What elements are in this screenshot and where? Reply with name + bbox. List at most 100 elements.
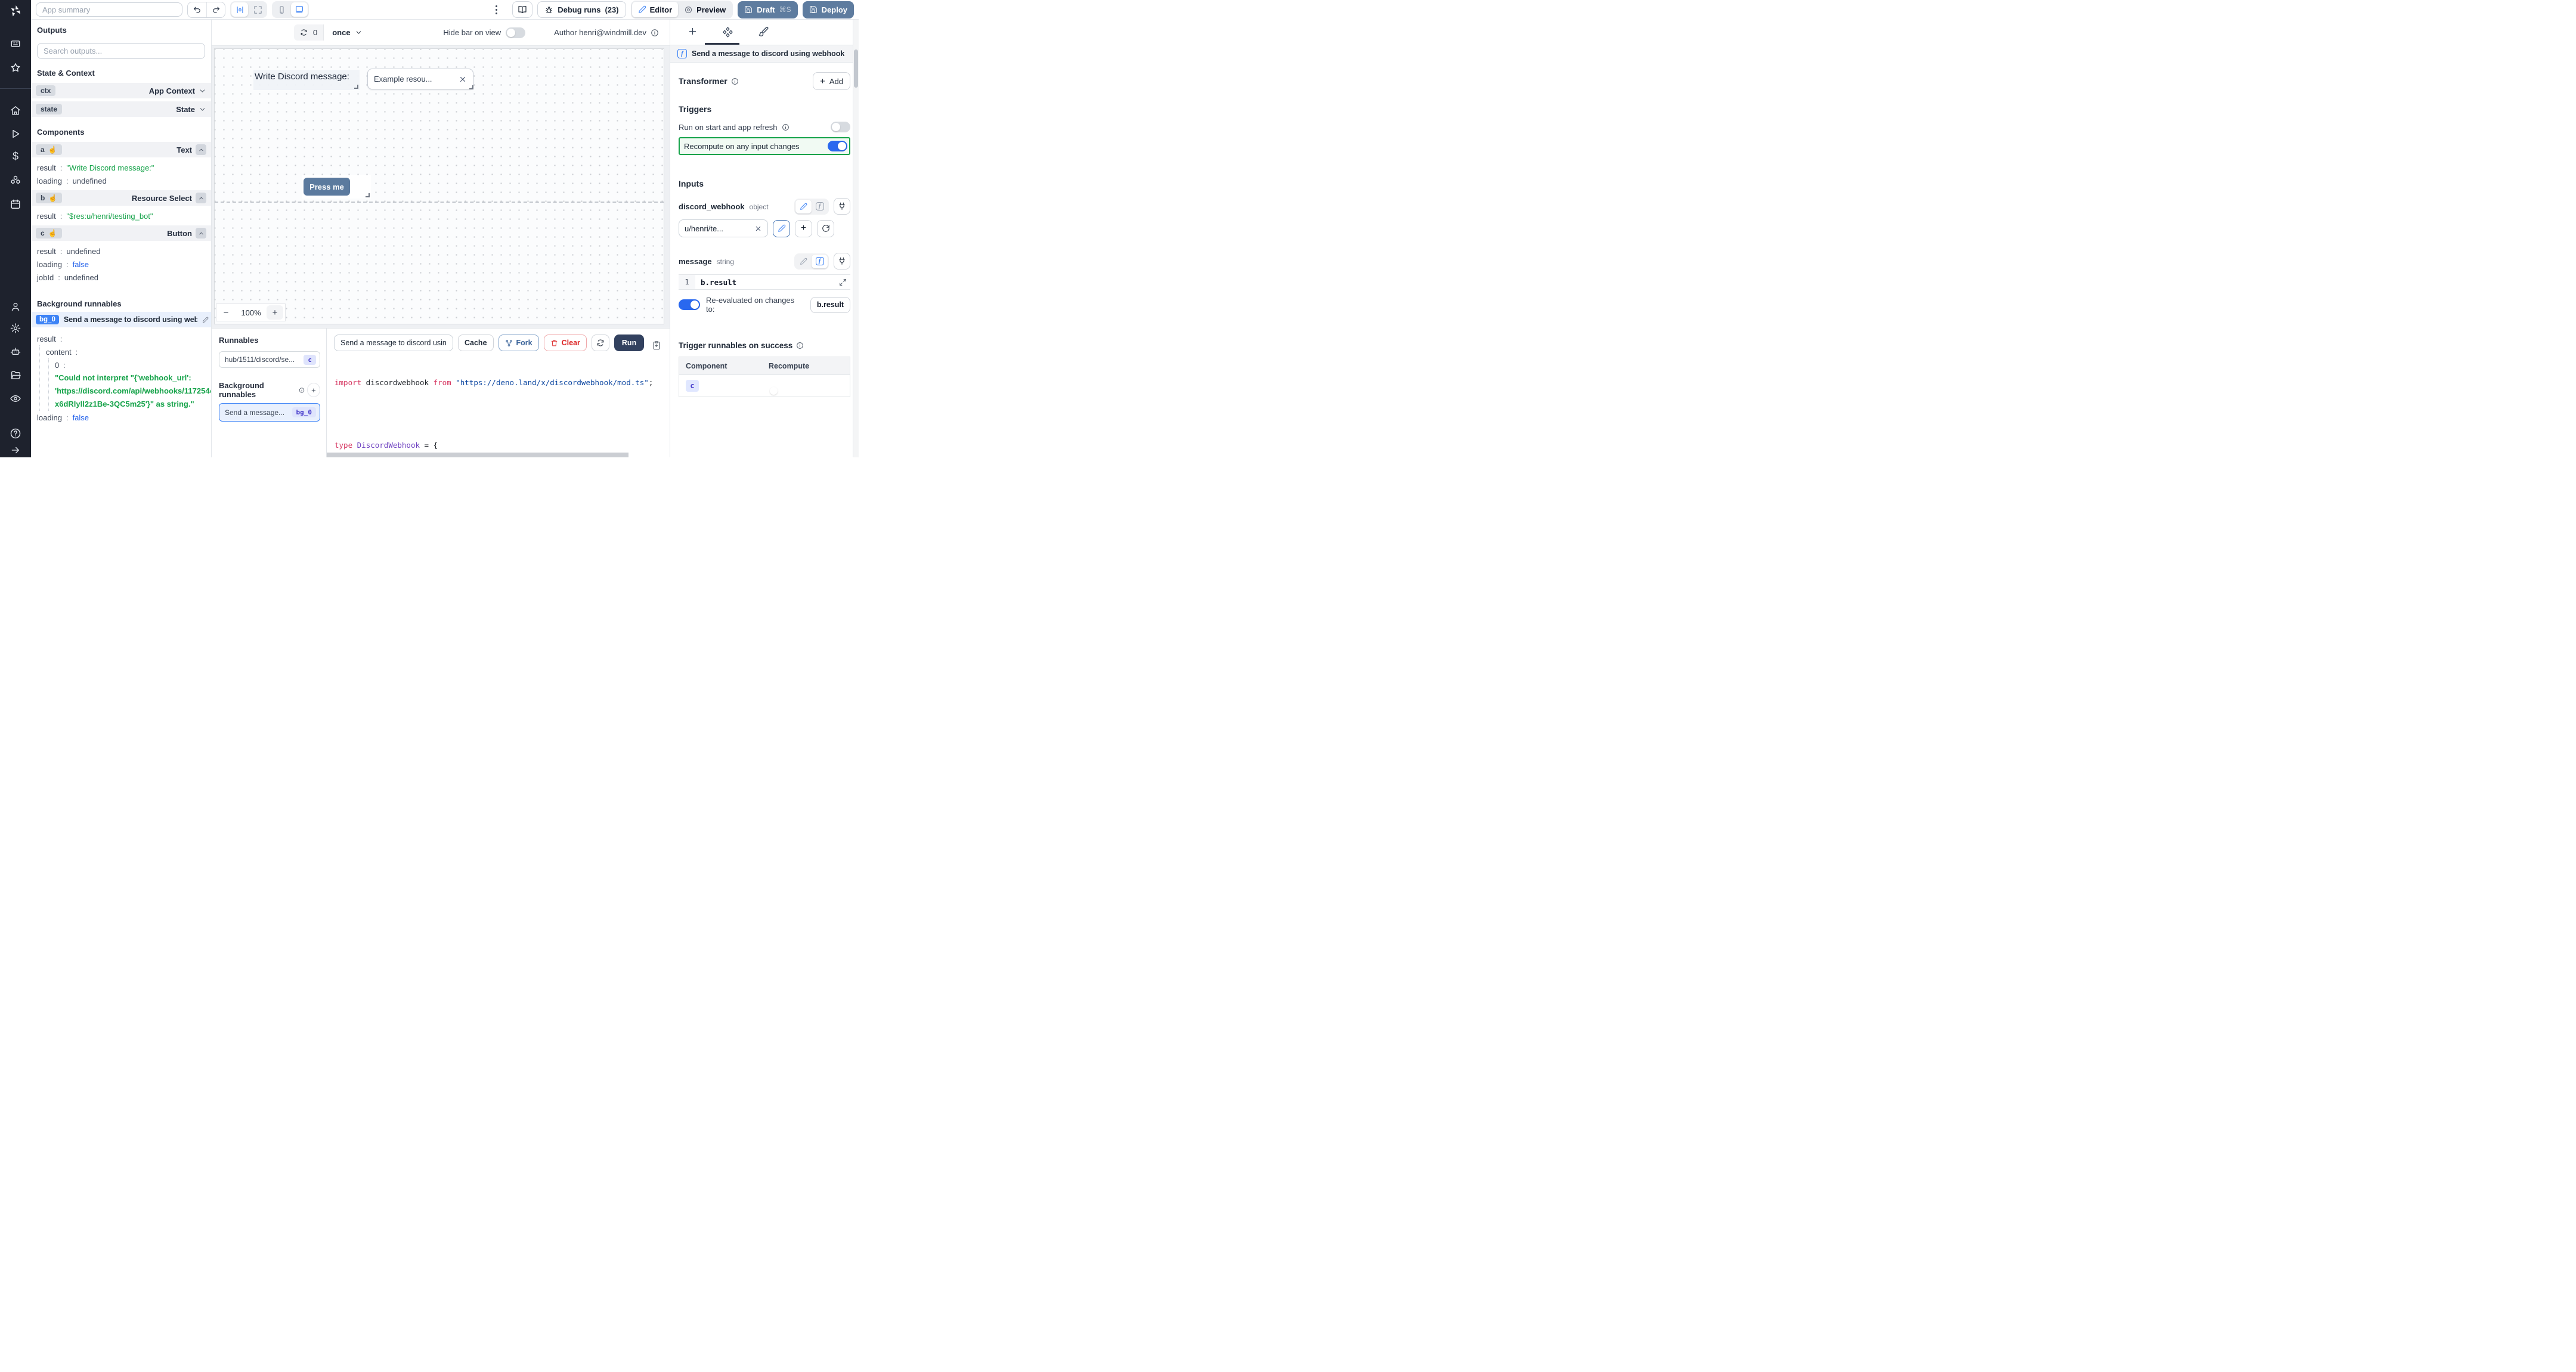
resize-handle[interactable] — [366, 193, 370, 197]
info-icon[interactable] — [731, 78, 739, 85]
schedule-dropdown[interactable]: once — [332, 28, 362, 37]
chevron-down-icon[interactable] — [199, 106, 206, 113]
docs-book-button[interactable] — [512, 1, 532, 18]
scrollbar-thumb[interactable] — [854, 49, 858, 88]
more-menu-kebab-icon[interactable] — [491, 1, 501, 18]
settings-gear-icon[interactable] — [10, 323, 21, 334]
static-pencil-mode-button[interactable] — [795, 255, 812, 268]
eval-mode-button[interactable]: f — [812, 200, 828, 213]
refresh-code-button[interactable] — [592, 335, 609, 351]
center-align-button[interactable] — [231, 2, 248, 17]
eval-mode-button[interactable]: f — [812, 255, 828, 268]
insert-component-tab-plus-icon[interactable] — [688, 26, 698, 36]
info-icon[interactable] — [796, 342, 804, 349]
add-background-runnable-button[interactable]: + — [307, 383, 320, 397]
code-editor[interactable]: import discordwebhook from "https://deno… — [335, 357, 670, 457]
runnable-item[interactable]: hub/1511/discord/se... c — [219, 351, 320, 368]
desktop-view-button[interactable] — [291, 2, 308, 17]
resource-value-select[interactable]: u/henri/te... — [679, 219, 768, 237]
settings-components-tab-icon[interactable] — [722, 26, 733, 38]
reload-resource-button[interactable] — [817, 220, 834, 237]
apps-icon[interactable] — [10, 38, 21, 49]
kv-row[interactable]: 0: — [49, 358, 211, 371]
reeval-target-pill[interactable]: b.result — [810, 297, 850, 313]
run-button[interactable]: Run — [614, 335, 644, 351]
favorites-star-icon[interactable] — [10, 62, 21, 73]
component-row-b[interactable]: b☝ Resource Select — [31, 190, 211, 206]
draft-button[interactable]: Draft ⌘S — [738, 1, 797, 18]
component-b-badge[interactable]: b☝ — [36, 193, 62, 203]
run-on-start-toggle[interactable] — [831, 122, 850, 132]
recompute-toggle[interactable] — [828, 141, 847, 151]
canvas-height-divider[interactable] — [215, 202, 664, 203]
redo-button[interactable] — [206, 2, 225, 17]
folders-icon[interactable] — [10, 370, 21, 381]
press-me-button[interactable]: Press me — [304, 178, 350, 196]
clear-x-icon[interactable] — [754, 225, 762, 233]
code-horizontal-scrollbar[interactable] — [327, 453, 628, 457]
kv-row[interactable]: content: — [40, 345, 211, 358]
fork-button[interactable]: Fork — [499, 335, 539, 351]
add-resource-button[interactable]: + — [795, 220, 812, 237]
tab-editor[interactable]: Editor — [632, 2, 679, 17]
collapse-arrow-icon[interactable] — [10, 445, 21, 456]
resize-handle[interactable] — [354, 85, 358, 89]
tab-preview[interactable]: Preview — [678, 2, 732, 17]
collapse-chevron-up-icon[interactable] — [196, 193, 206, 203]
resize-handle[interactable] — [469, 85, 473, 89]
collapse-chevron-up-icon[interactable] — [196, 228, 206, 239]
collapse-chevron-up-icon[interactable] — [196, 144, 206, 155]
hide-bar-toggle[interactable] — [506, 27, 525, 38]
mobile-view-button[interactable] — [273, 2, 290, 17]
component-c-badge[interactable]: c☝ — [36, 228, 62, 239]
zoom-out-button[interactable]: − — [216, 304, 236, 321]
cache-button[interactable]: Cache — [458, 335, 494, 351]
edit-resource-pencil-button[interactable] — [773, 220, 790, 237]
audit-eye-icon[interactable] — [10, 393, 21, 404]
windmill-logo-icon[interactable] — [8, 4, 23, 18]
refresh-count-button[interactable]: 0 — [294, 24, 324, 41]
home-icon[interactable] — [10, 105, 21, 116]
state-row[interactable]: state State — [31, 101, 211, 117]
chevron-down-icon[interactable] — [199, 87, 206, 95]
app-summary-input[interactable] — [36, 2, 182, 17]
runnable-name-input[interactable] — [334, 335, 453, 351]
kv-row[interactable]: result: — [31, 332, 211, 345]
copy-clipboard-icon[interactable] — [652, 340, 661, 350]
debug-runs-button[interactable]: Debug runs (23) — [537, 1, 626, 18]
ctx-row[interactable]: ctx App Context — [31, 83, 211, 98]
deploy-button[interactable]: Deploy — [803, 1, 854, 18]
bg-runnable-item-selected[interactable]: Send a message... bg_0 — [219, 403, 320, 422]
expand-editor-icon[interactable] — [839, 275, 850, 289]
clear-button[interactable]: Clear — [544, 335, 587, 351]
message-expression-editor[interactable]: 1 b.result — [679, 274, 850, 290]
component-row-a[interactable]: a☝ Text — [31, 142, 211, 157]
info-icon[interactable] — [299, 387, 305, 394]
bg-runnable-row[interactable]: bg_0 Send a message to discord using web… — [31, 312, 211, 327]
theme-brush-tab-icon[interactable] — [758, 26, 769, 37]
app-canvas[interactable]: Write Discord message: Example resou... … — [214, 48, 664, 324]
user-icon[interactable] — [10, 301, 21, 312]
connect-plug-button[interactable] — [834, 198, 850, 215]
pencil-icon[interactable] — [202, 317, 209, 323]
info-icon[interactable] — [782, 123, 789, 131]
component-a-badge[interactable]: a☝ — [36, 144, 62, 155]
resource-select-component[interactable]: Example resou... — [367, 69, 473, 89]
undo-button[interactable] — [188, 2, 206, 17]
workers-robot-icon[interactable] — [10, 346, 21, 357]
info-icon[interactable] — [651, 29, 659, 37]
reeval-toggle[interactable] — [679, 299, 700, 310]
fullscreen-button[interactable] — [249, 2, 266, 17]
search-outputs-input[interactable] — [37, 43, 205, 59]
static-pencil-mode-button[interactable] — [795, 200, 812, 213]
clear-x-icon[interactable] — [459, 75, 467, 83]
connect-plug-button[interactable] — [834, 253, 850, 270]
text-component[interactable]: Write Discord message: — [253, 70, 360, 90]
right-panel-scrollbar[interactable] — [853, 20, 859, 457]
variables-dollar-icon[interactable]: $ — [13, 150, 18, 163]
add-transformer-button[interactable]: +Add — [813, 72, 850, 90]
resources-icon[interactable] — [10, 175, 21, 186]
help-icon[interactable] — [10, 428, 21, 439]
schedules-calendar-icon[interactable] — [10, 199, 21, 210]
runs-play-icon[interactable] — [10, 128, 21, 140]
